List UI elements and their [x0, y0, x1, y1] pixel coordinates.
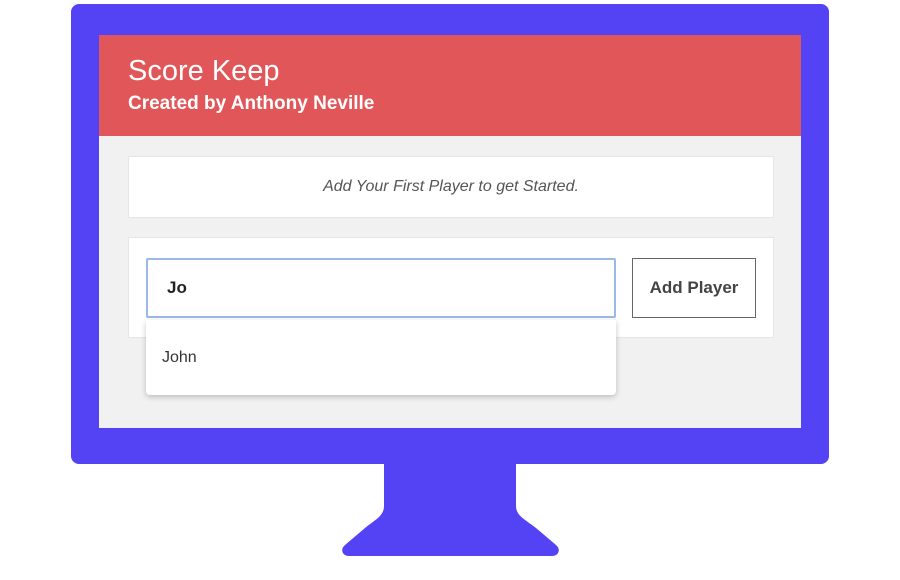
empty-state-card: Add Your First Player to get Started. — [128, 156, 774, 218]
autocomplete-suggestion[interactable]: John — [146, 320, 616, 395]
autocomplete-dropdown: John — [146, 320, 616, 395]
add-player-button[interactable]: Add Player — [632, 258, 756, 318]
app-header: Score Keep Created by Anthony Neville — [99, 35, 801, 136]
stage: Score Keep Created by Anthony Neville Ad… — [0, 0, 900, 580]
app-subtitle: Created by Anthony Neville — [128, 93, 375, 114]
app-screen: Score Keep Created by Anthony Neville Ad… — [99, 35, 801, 428]
app-title: Score Keep — [128, 55, 280, 87]
player-name-input[interactable] — [146, 258, 616, 318]
empty-state-message: Add Your First Player to get Started. — [323, 178, 579, 195]
